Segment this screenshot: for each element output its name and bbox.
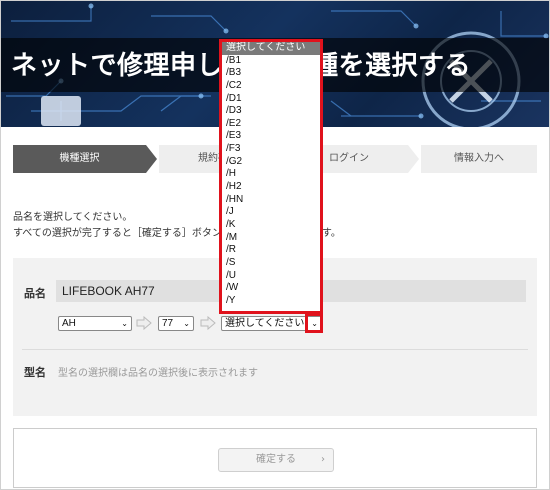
model-number-select[interactable]: 77 ⌄ xyxy=(158,316,194,331)
arrow-right-icon xyxy=(200,316,216,330)
model-number-select-value: 77 xyxy=(162,318,174,329)
chevron-down-icon: ⌄ xyxy=(121,319,128,328)
step-arrow xyxy=(408,145,419,173)
product-label: 品名 xyxy=(24,287,46,300)
divider xyxy=(22,349,528,350)
step-arrow xyxy=(146,145,157,173)
confirm-button-label: 確定する xyxy=(256,454,296,465)
series-select-value: AH xyxy=(62,318,76,329)
variant-select-value: 選択してください xyxy=(225,318,305,329)
chevron-down-icon: ⌄ xyxy=(183,319,190,328)
dropdown-highlight-frame xyxy=(219,39,323,314)
instruction-line-1: 品名を選択してください。 xyxy=(13,212,133,223)
chevron-right-icon: › xyxy=(321,454,325,465)
step-model-select: 機種選択 xyxy=(13,145,146,173)
model-hint-text: 型名の選択欄は品名の選択後に表示されます xyxy=(58,368,258,379)
step-info-input: 情報入力へ xyxy=(421,145,537,173)
model-label: 型名 xyxy=(24,366,46,379)
arrow-right-icon xyxy=(136,316,152,330)
series-select[interactable]: AH ⌄ xyxy=(58,316,132,331)
dropdown-toggle-highlight xyxy=(305,313,323,333)
confirm-button[interactable]: 確定する › xyxy=(218,448,334,472)
